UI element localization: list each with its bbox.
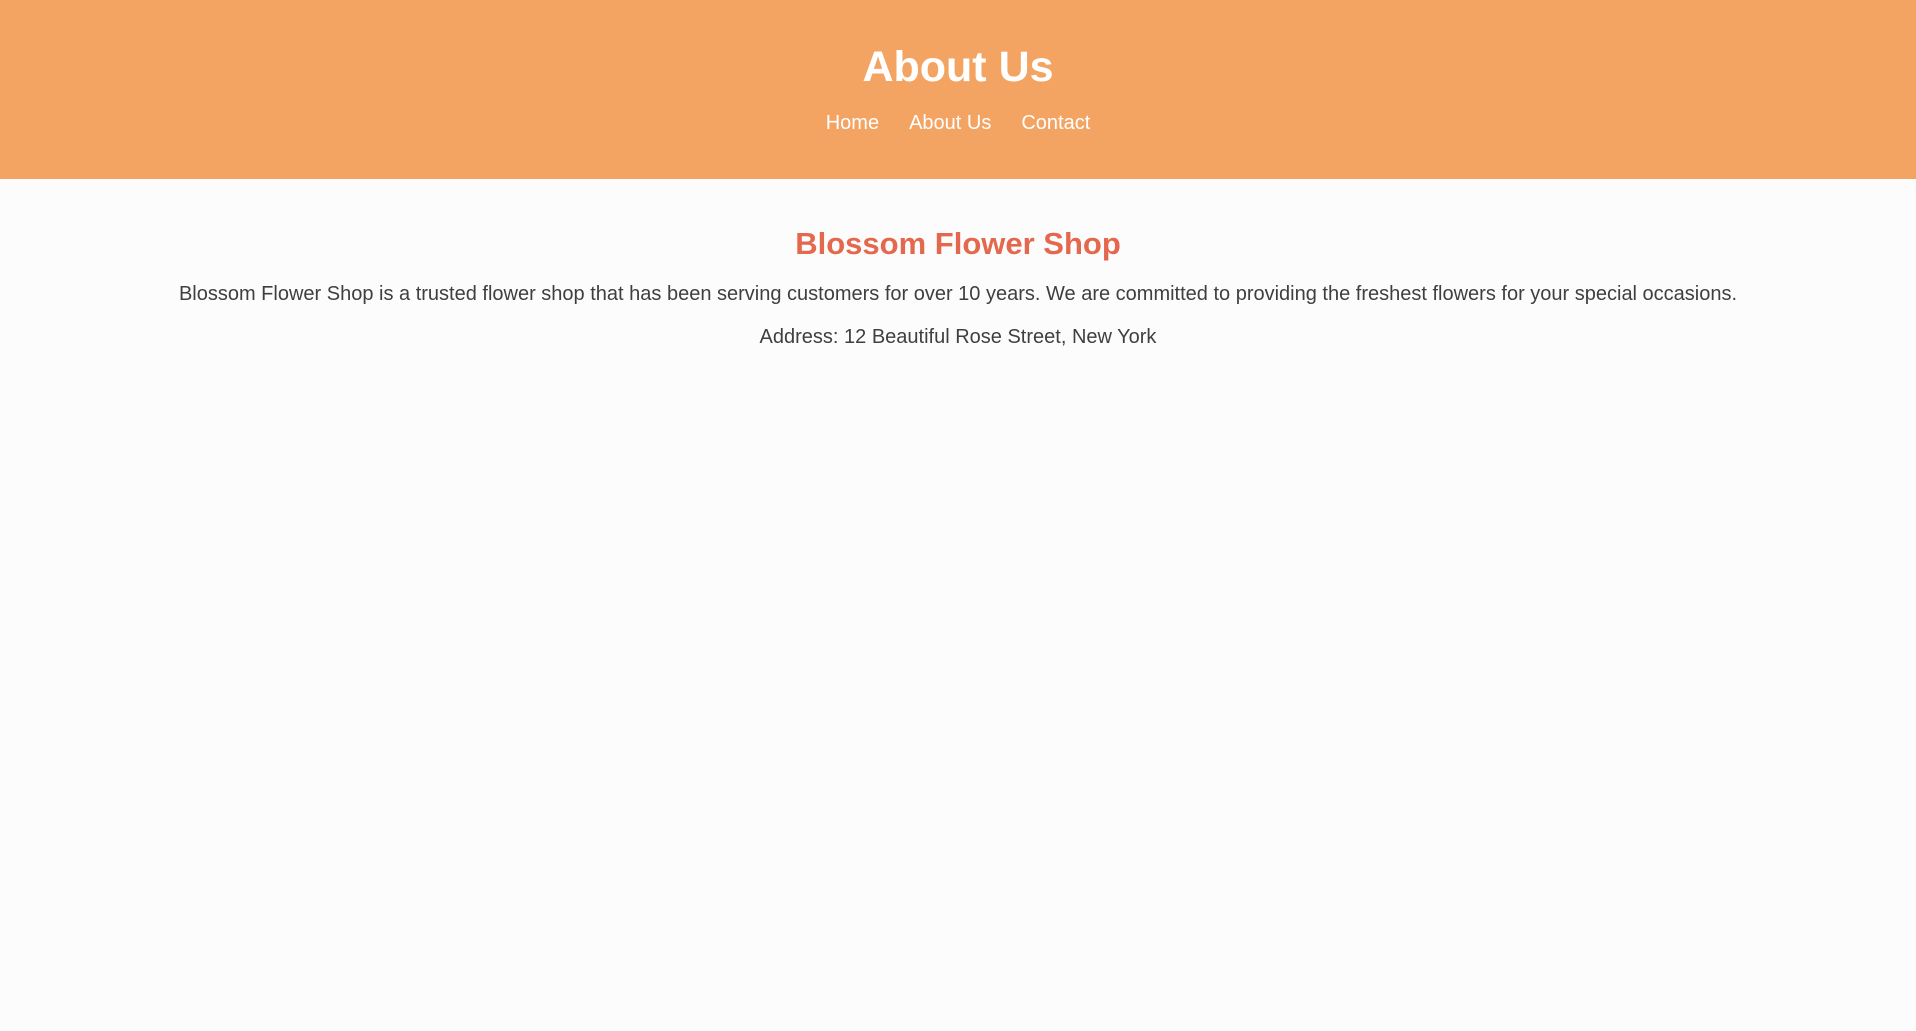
main-content: Blossom Flower Shop Blossom Flower Shop …	[0, 179, 1916, 349]
nav-link-about-us[interactable]: About Us	[909, 111, 991, 135]
main-nav: Home About Us Contact	[0, 111, 1916, 135]
nav-link-contact[interactable]: Contact	[1021, 111, 1090, 135]
shop-name-heading: Blossom Flower Shop	[795, 226, 1121, 261]
shop-address: Address: 12 Beautiful Rose Street, New Y…	[759, 326, 1157, 348]
shop-description: Blossom Flower Shop is a trusted flower …	[178, 283, 1738, 305]
site-header: About Us Home About Us Contact	[0, 0, 1916, 179]
nav-link-home[interactable]: Home	[826, 111, 879, 135]
page-title: About Us	[862, 43, 1054, 91]
